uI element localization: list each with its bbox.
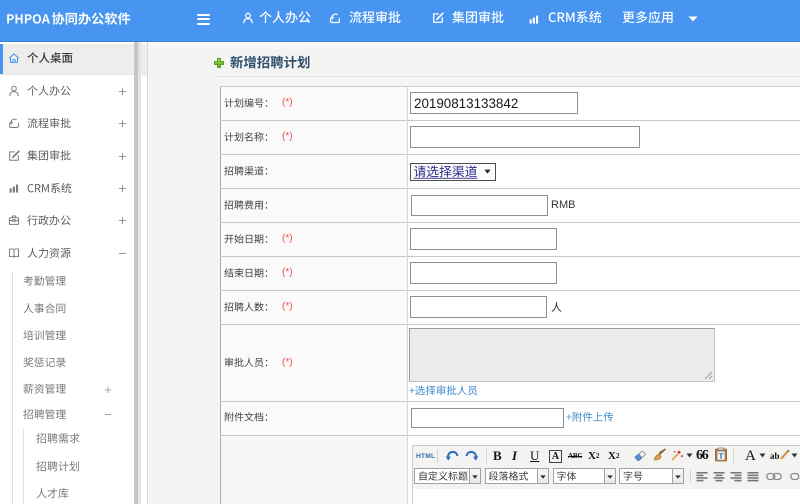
svg-text:T: T — [718, 452, 724, 461]
